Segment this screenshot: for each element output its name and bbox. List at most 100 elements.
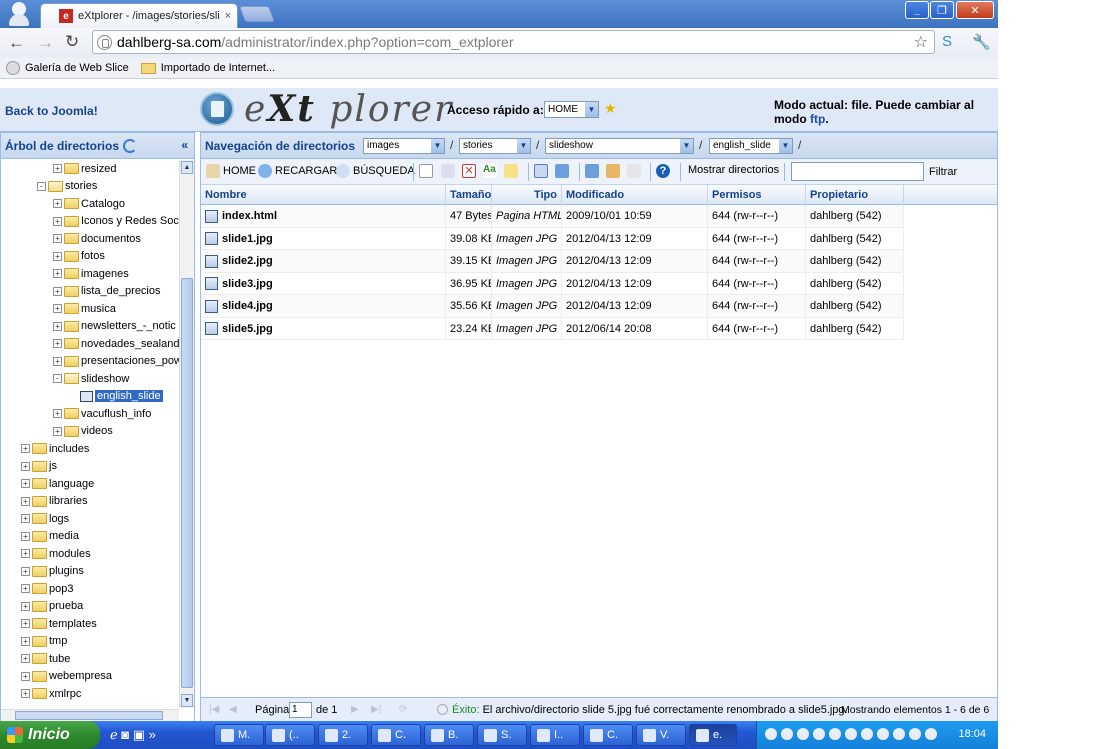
taskbar-task[interactable]: M.	[214, 724, 264, 746]
taskbar-task[interactable]: B.	[424, 724, 474, 746]
expand-icon[interactable]: +	[21, 479, 30, 489]
expand-icon[interactable]: +	[53, 321, 62, 331]
close-window-button[interactable]: ✕	[956, 1, 994, 19]
file-row[interactable]: slide5.jpg 23.24 KB Imagen JPG 2012/06/14 2…	[201, 317, 904, 340]
tray-icon[interactable]	[877, 728, 889, 740]
taskbar-task[interactable]: e.	[689, 724, 737, 746]
tree-item[interactable]: + webempresa	[1, 668, 179, 686]
tree-item[interactable]: + novedades_sealand	[1, 335, 179, 353]
show-directories-toggle[interactable]: Mostrar directorios	[688, 164, 779, 176]
forward-arrow-icon[interactable]: →	[37, 33, 54, 53]
view-button[interactable]	[534, 164, 551, 178]
column-permissions[interactable]: Permisos	[708, 185, 806, 205]
taskbar-task[interactable]: 2.	[318, 724, 368, 746]
chmod-button[interactable]	[504, 164, 521, 178]
tree-item[interactable]: + libraries	[1, 493, 179, 511]
file-row[interactable]: slide3.jpg 36.95 KB Imagen JPG 2012/04/13 1…	[201, 272, 904, 295]
dirnav-select-english-slide[interactable]: english_slide ▼	[709, 138, 793, 154]
tree-horizontal-scrollbar[interactable]	[1, 709, 179, 721]
tray-icon[interactable]	[797, 728, 809, 740]
expand-icon[interactable]: +	[53, 339, 62, 349]
tree-item[interactable]: + lista_de_precios	[1, 283, 179, 301]
edit-button[interactable]	[441, 164, 458, 178]
restore-window-button[interactable]: ❐	[930, 1, 954, 19]
expand-icon[interactable]: +	[21, 636, 30, 646]
tree-item[interactable]: + tube	[1, 650, 179, 668]
expand-icon[interactable]: +	[21, 531, 30, 541]
tree-item[interactable]: + plugins	[1, 563, 179, 581]
page-number-input[interactable]: 1	[289, 702, 312, 718]
tray-icon[interactable]	[909, 728, 921, 740]
tree-vertical-scrollbar[interactable]: ▲ ▼	[179, 160, 194, 708]
scroll-up-icon[interactable]: ▲	[181, 161, 193, 174]
scroll-down-icon[interactable]: ▼	[181, 694, 193, 707]
expand-icon[interactable]: +	[53, 234, 62, 244]
new-file-button[interactable]	[419, 164, 436, 178]
file-row[interactable]: slide1.jpg 39.08 KB Imagen JPG 2012/04/13 1…	[201, 227, 904, 250]
skype-extension-icon[interactable]: S	[942, 33, 952, 50]
expand-icon[interactable]: +	[53, 409, 62, 419]
tree-item[interactable]: + documentos	[1, 230, 179, 248]
bookmark-folder-imported[interactable]: Importado de Internet...	[140, 62, 275, 74]
expand-icon[interactable]: +	[21, 654, 30, 664]
tree-item[interactable]: + Catalogo	[1, 195, 179, 213]
page-info-icon[interactable]	[97, 34, 112, 50]
column-name[interactable]: Nombre	[201, 185, 446, 205]
file-row[interactable]: index.html 47 Bytes Pagina HTML 2009/10/01 …	[201, 205, 904, 228]
tree-item[interactable]: + pop3	[1, 580, 179, 598]
next-page-icon[interactable]: ▶	[351, 704, 359, 715]
expand-icon[interactable]: +	[53, 269, 62, 279]
tree-item[interactable]: + js	[1, 458, 179, 476]
chevron-down-icon[interactable]: ▼	[680, 139, 693, 153]
collapse-icon[interactable]: -	[37, 181, 46, 191]
tray-icon[interactable]	[925, 728, 937, 740]
file-row[interactable]: slide2.jpg 39.15 KB Imagen JPG 2012/04/13 1…	[201, 250, 904, 273]
archive-button[interactable]	[606, 164, 623, 178]
tree-item[interactable]: english_slide	[1, 388, 179, 406]
minimize-window-button[interactable]: _	[905, 1, 929, 19]
browser-tab[interactable]: e eXtplorer - /images/stories/sli ×	[40, 3, 238, 28]
dirnav-select-images[interactable]: images ▼	[363, 138, 445, 154]
tree-item[interactable]: + presentaciones_pow	[1, 353, 179, 371]
tree-item[interactable]: + includes	[1, 440, 179, 458]
help-button[interactable]: ?	[656, 164, 673, 178]
tree-item[interactable]: - stories	[1, 178, 179, 196]
address-bar[interactable]: dahlberg-sa.com/administrator/index.php?…	[92, 30, 935, 54]
filter-input[interactable]	[791, 162, 924, 181]
column-type[interactable]: Tipo	[492, 185, 562, 205]
tree-item[interactable]: + prueba	[1, 598, 179, 616]
quick-launch-icons[interactable]: ℯ ◙ ▣ »	[110, 727, 156, 743]
prev-page-icon[interactable]: ◀	[229, 704, 237, 715]
expand-icon[interactable]: +	[21, 496, 30, 506]
tree-item[interactable]: + resized	[1, 160, 179, 178]
tray-icon[interactable]	[845, 728, 857, 740]
tree-item[interactable]: + imagenes	[1, 265, 179, 283]
new-tab-button[interactable]	[239, 6, 275, 22]
expand-icon[interactable]: +	[21, 601, 30, 611]
add-favorite-star-icon[interactable]: ★	[604, 100, 617, 117]
dirnav-select-stories[interactable]: stories ▼	[459, 138, 531, 154]
wrench-menu-icon[interactable]: 🔧	[972, 33, 991, 51]
rename-button[interactable]: Aa	[483, 164, 500, 178]
column-owner[interactable]: Propietario	[806, 185, 904, 205]
search-button[interactable]: BÚSQUEDA	[336, 164, 415, 178]
expand-icon[interactable]: +	[53, 304, 62, 314]
tree-item[interactable]: + templates	[1, 615, 179, 633]
chevron-down-icon[interactable]: ▼	[517, 139, 530, 153]
expand-icon[interactable]: +	[21, 689, 30, 699]
collapse-panel-icon[interactable]: «	[181, 138, 188, 152]
profile-avatar-icon[interactable]	[8, 0, 30, 26]
expand-icon[interactable]: +	[21, 444, 30, 454]
taskbar-task[interactable]: C.	[371, 724, 421, 746]
tray-icon[interactable]	[829, 728, 841, 740]
expand-icon[interactable]: +	[21, 566, 30, 576]
tray-icon[interactable]	[813, 728, 825, 740]
taskbar-task[interactable]: I..	[530, 724, 580, 746]
filter-button[interactable]: Filtrar	[929, 166, 957, 178]
expand-icon[interactable]: +	[21, 549, 30, 559]
expand-icon[interactable]: +	[53, 216, 62, 226]
back-to-joomla-link[interactable]: Back to Joomla!	[5, 104, 98, 118]
expand-icon[interactable]: +	[53, 286, 62, 296]
chevron-down-icon[interactable]: ▼	[431, 139, 444, 153]
expand-icon[interactable]: +	[53, 199, 62, 209]
